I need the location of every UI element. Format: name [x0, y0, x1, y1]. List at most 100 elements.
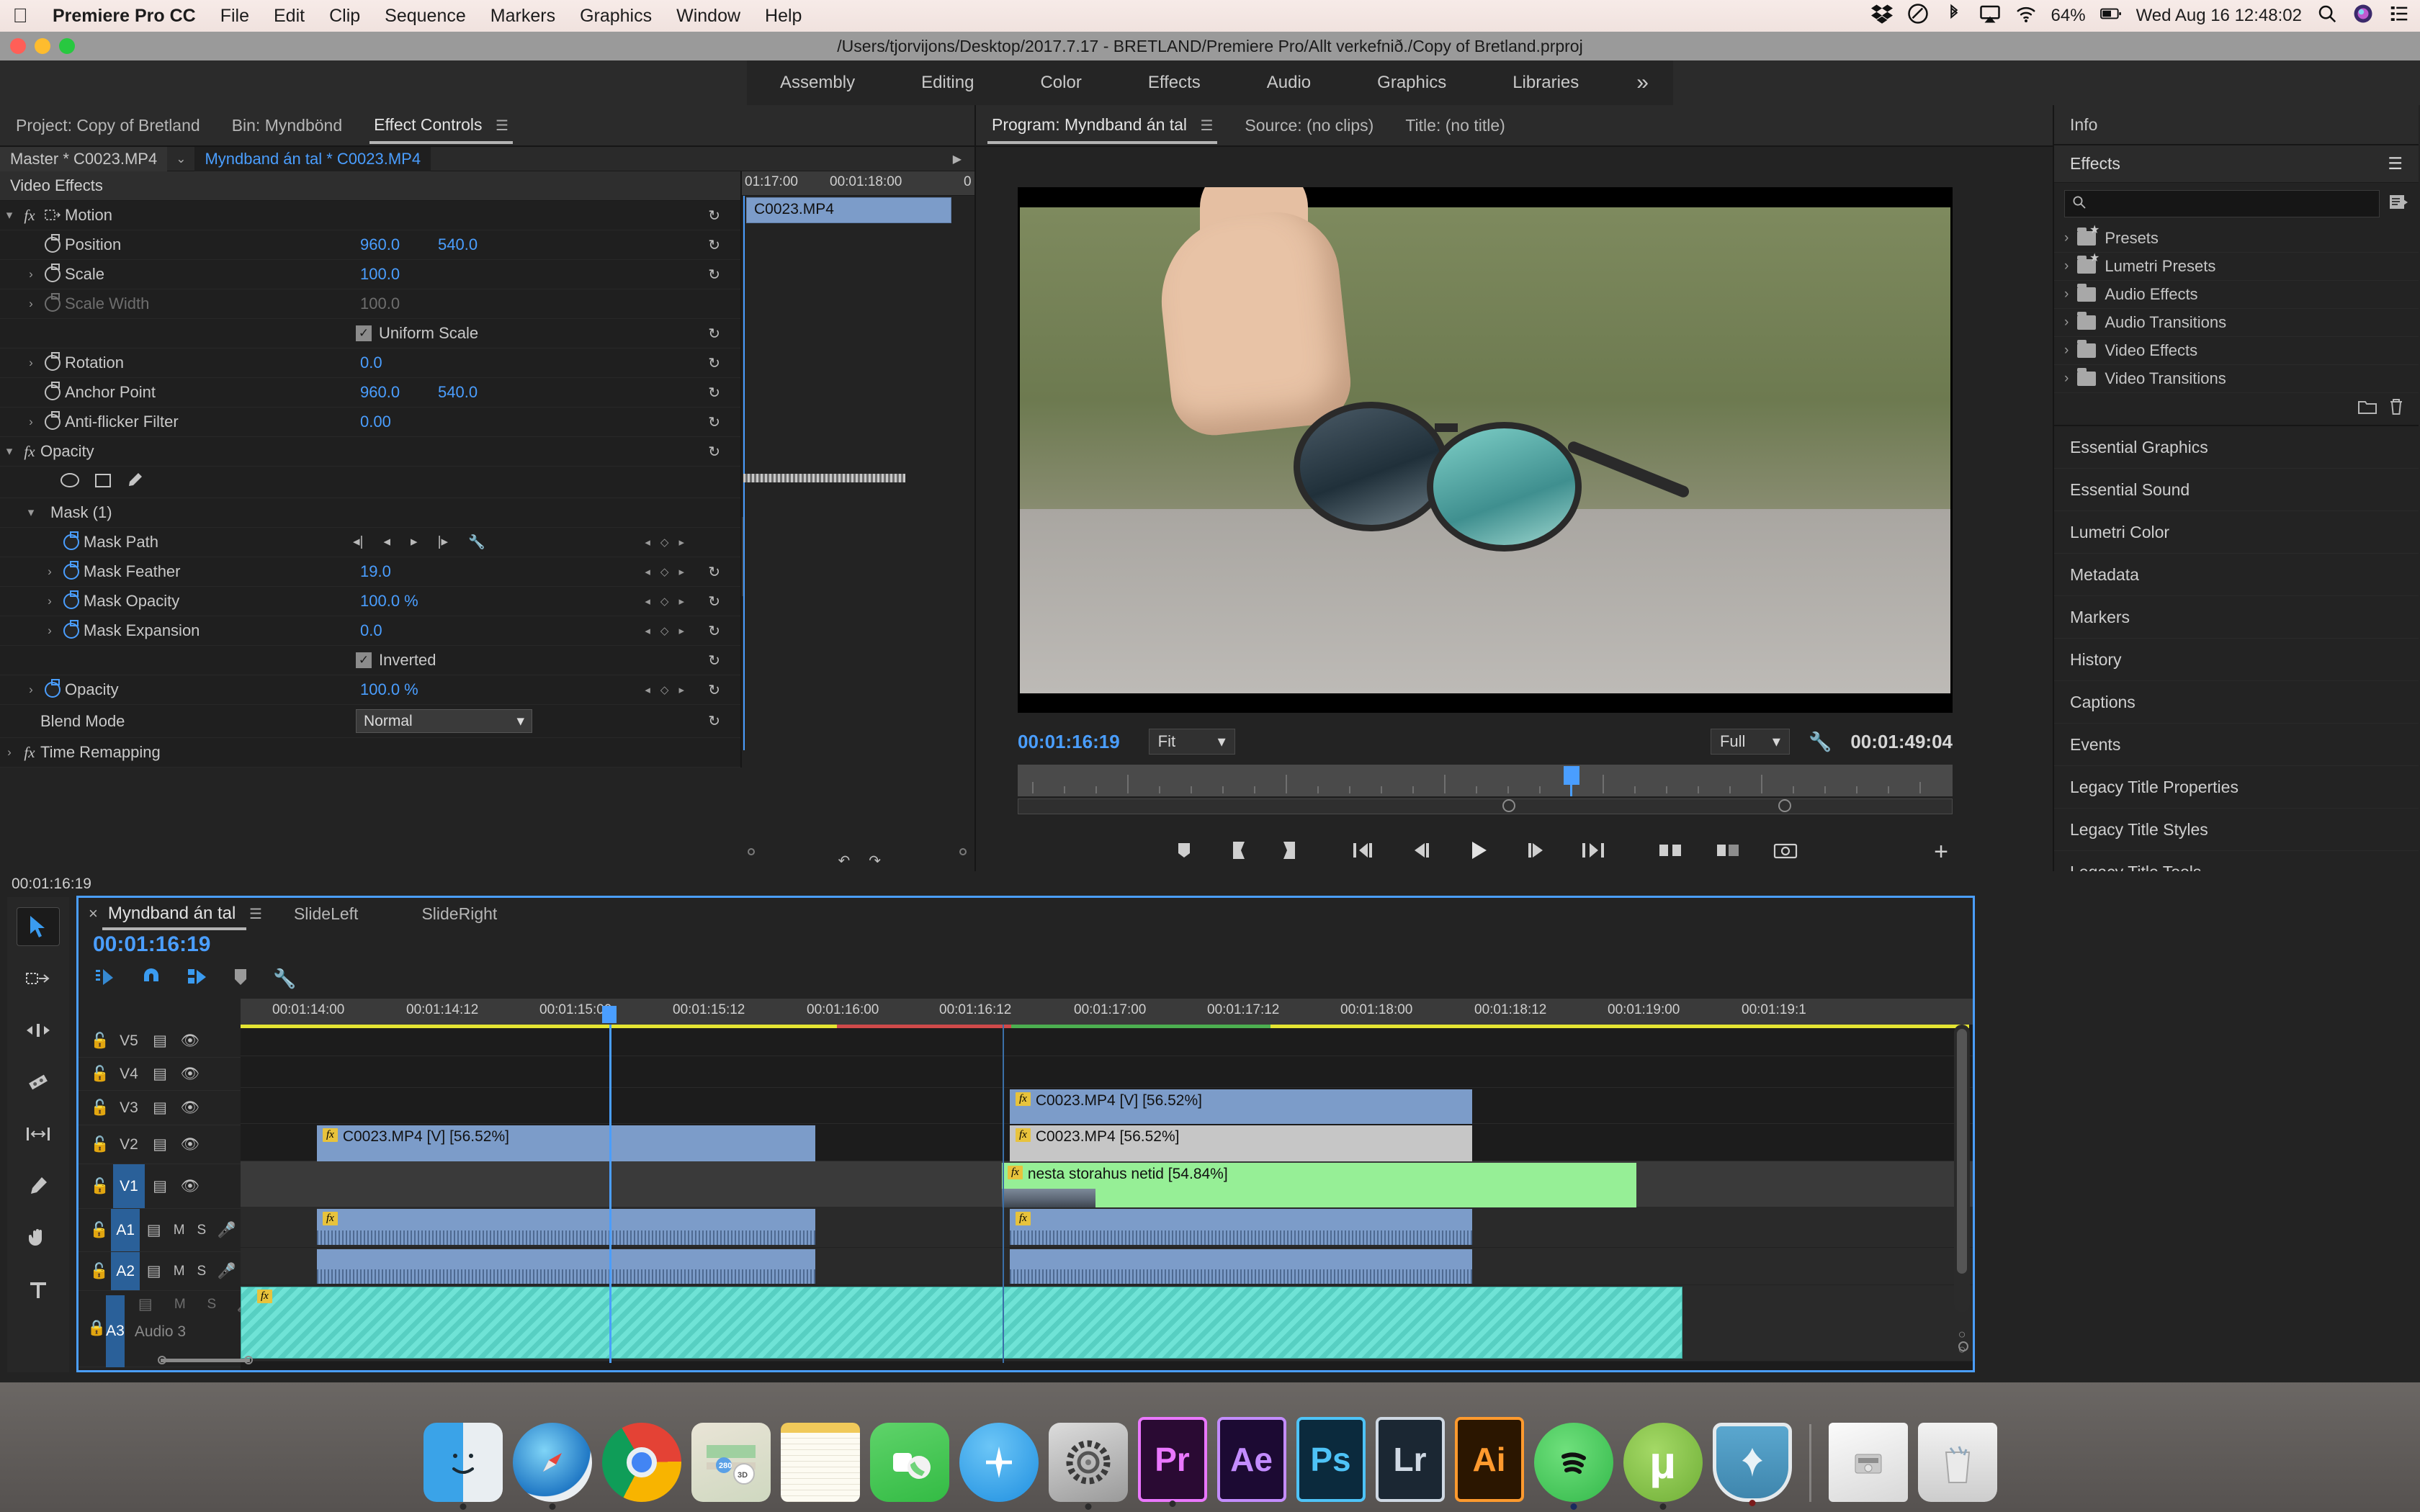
twirl-right-icon[interactable]: ›: [2064, 315, 2069, 330]
menu-window[interactable]: Window: [664, 6, 753, 27]
dock-utorrent[interactable]: µ: [1623, 1423, 1703, 1510]
kf-prev-icon[interactable]: ◂: [645, 624, 650, 637]
dock-system-preferences[interactable]: [1048, 1423, 1128, 1510]
play-stop-button[interactable]: [1466, 839, 1491, 865]
kf-add-icon[interactable]: ◇: [660, 595, 669, 608]
keyframe-nav-group[interactable]: ◂ ◇ ▸: [645, 624, 684, 637]
ec-mask-keyframe-track[interactable]: [743, 474, 905, 482]
bluetooth-icon[interactable]: [1943, 3, 1965, 30]
track-select-forward-tool[interactable]: [17, 959, 60, 998]
dock-notes[interactable]: [780, 1423, 860, 1502]
param-opacity[interactable]: › Opacity 100.0 % ◂ ◇ ▸ ↻: [0, 675, 740, 705]
keyframe-play-icon[interactable]: ▸: [411, 534, 418, 551]
monitor-playhead[interactable]: [1564, 766, 1579, 796]
dock-finder[interactable]: [423, 1423, 503, 1510]
param-rotation[interactable]: › Rotation 0.0 ↻: [0, 348, 740, 378]
linked-selection-icon[interactable]: [187, 968, 208, 990]
keyframe-next-icon[interactable]: |▸: [438, 534, 448, 551]
play-arrow-icon[interactable]: ▶: [953, 152, 962, 166]
panel-legacy-title-properties[interactable]: Legacy Title Properties: [2054, 766, 2419, 809]
target-track-icon[interactable]: ▤: [145, 1032, 175, 1050]
twirl-right-icon[interactable]: ›: [2064, 258, 2069, 274]
effects-search-box[interactable]: [2064, 190, 2380, 217]
notification-center-icon[interactable]: [2388, 3, 2410, 30]
microphone-icon[interactable]: 🎤: [212, 1222, 241, 1239]
menu-edit[interactable]: Edit: [261, 6, 317, 27]
keyframe-nav-group[interactable]: ◂ ◇ ▸: [645, 565, 684, 578]
selection-tool[interactable]: [17, 907, 60, 946]
param-value-anchor-y[interactable]: 540.0: [438, 383, 478, 402]
dock-trash[interactable]: [1917, 1423, 1997, 1502]
stopwatch-icon[interactable]: [45, 352, 60, 371]
type-tool[interactable]: [17, 1270, 60, 1309]
panel-captions[interactable]: Captions: [2054, 681, 2419, 724]
dock-lightroom[interactable]: Lr: [1375, 1417, 1445, 1502]
param-value-opacity[interactable]: 100.0 %: [360, 680, 418, 699]
keyframe-nav-group[interactable]: ◂ ◇ ▸: [645, 683, 684, 696]
dock-documents-stack[interactable]: [1828, 1423, 1908, 1502]
ec-horizontal-scrollbar[interactable]: [742, 848, 972, 858]
step-forward-button[interactable]: [1524, 840, 1547, 865]
effects-folder-lumetri-presets[interactable]: › Lumetri Presets: [2054, 251, 2419, 281]
stopwatch-icon[interactable]: [45, 264, 60, 282]
track-header-v2[interactable]: 🔓 V2 ▤ 👁: [79, 1125, 241, 1164]
panel-menu-icon[interactable]: ☰: [496, 118, 508, 134]
effect-time-remapping[interactable]: › fx Time Remapping: [0, 738, 740, 768]
ec-playhead[interactable]: [743, 196, 745, 750]
param-value-mask-expansion[interactable]: 0.0: [360, 621, 382, 640]
stopwatch-icon[interactable]: [45, 679, 60, 698]
kf-add-icon[interactable]: ◇: [660, 565, 669, 578]
monitor-playhead-timecode[interactable]: 00:01:16:19: [1018, 731, 1120, 753]
dock-facetime[interactable]: [869, 1423, 949, 1502]
kf-next-icon[interactable]: ▸: [678, 565, 684, 578]
param-position[interactable]: Position 960.0 540.0 ↻: [0, 230, 740, 260]
tab-source-monitor[interactable]: Source: (no clips): [1229, 104, 1389, 146]
timeline-playhead-timecode[interactable]: 00:01:16:19: [79, 930, 1973, 961]
target-track-icon[interactable]: ▤: [145, 1065, 175, 1083]
track-row-v5[interactable]: [241, 1029, 1973, 1056]
video-preview[interactable]: [1018, 187, 1953, 713]
maximize-button[interactable]: [59, 38, 75, 54]
battery-icon[interactable]: [2099, 3, 2122, 30]
timeline-ruler[interactable]: 00:01:14:00 00:01:14:12 00:01:15:00 00:0…: [241, 999, 1973, 1025]
dock-shield-app[interactable]: [1712, 1423, 1792, 1506]
dock-safari[interactable]: [512, 1423, 592, 1510]
reset-icon[interactable]: ↻: [708, 652, 720, 670]
zoom-level-select[interactable]: Fit ▾: [1148, 729, 1235, 755]
effects-folder-presets[interactable]: › Presets: [2054, 222, 2419, 253]
twirl-down-icon[interactable]: ▾: [0, 208, 19, 222]
eye-icon[interactable]: 👁: [175, 1178, 205, 1195]
clock-datetime[interactable]: Wed Aug 16 12:48:02: [2136, 6, 2302, 26]
work-area-in-handle[interactable]: [1502, 799, 1515, 812]
siri-icon[interactable]: [2352, 3, 2374, 30]
dock-after-effects[interactable]: Ae: [1216, 1417, 1286, 1502]
param-uniform-scale[interactable]: ✓ Uniform Scale ↻: [0, 319, 740, 348]
target-track-icon[interactable]: ▤: [145, 1177, 175, 1195]
timeline-playhead[interactable]: [609, 1025, 611, 1363]
tab-effect-controls[interactable]: Effect Controls ☰: [358, 104, 524, 147]
param-mask-feather[interactable]: › Mask Feather 19.0 ◂ ◇ ▸ ↻: [0, 557, 740, 587]
timeline-zoom-handles[interactable]: ○ ○: [1953, 1327, 1971, 1356]
tab-program-monitor[interactable]: Program: Myndband án tal ☰: [976, 104, 1229, 147]
lock-icon[interactable]: 🔓: [87, 1136, 113, 1153]
insert-overwrite-icon[interactable]: [94, 968, 116, 990]
menu-markers[interactable]: Markers: [478, 6, 568, 27]
microphone-icon[interactable]: 🎤: [212, 1263, 241, 1280]
lock-icon[interactable]: 🔓: [87, 1222, 111, 1239]
target-track-icon[interactable]: ▤: [145, 1135, 175, 1153]
workspace-editing[interactable]: Editing: [888, 60, 1007, 105]
kf-add-icon[interactable]: ◇: [660, 624, 669, 637]
timeline-canvas[interactable]: fx C0023.MP4 [V] [56.52%] fx C0023.MP4 […: [241, 1025, 1973, 1370]
wifi-icon[interactable]: [2015, 3, 2037, 30]
airplay-icon[interactable]: [1979, 3, 2001, 30]
lock-icon[interactable]: 🔓: [87, 1178, 113, 1195]
lock-icon-locked[interactable]: 🔒: [87, 1320, 106, 1337]
pen-tool[interactable]: [17, 1166, 60, 1205]
reset-icon[interactable]: ↻: [708, 413, 720, 431]
slip-tool[interactable]: [17, 1115, 60, 1153]
panel-menu-icon[interactable]: ☰: [1200, 118, 1213, 134]
clip-a3-locked[interactable]: fx: [241, 1287, 1682, 1359]
menu-clip[interactable]: Clip: [317, 6, 372, 27]
timeline-tab-slideleft[interactable]: SlideLeft: [262, 904, 390, 924]
mark-in-button[interactable]: [1229, 839, 1247, 865]
